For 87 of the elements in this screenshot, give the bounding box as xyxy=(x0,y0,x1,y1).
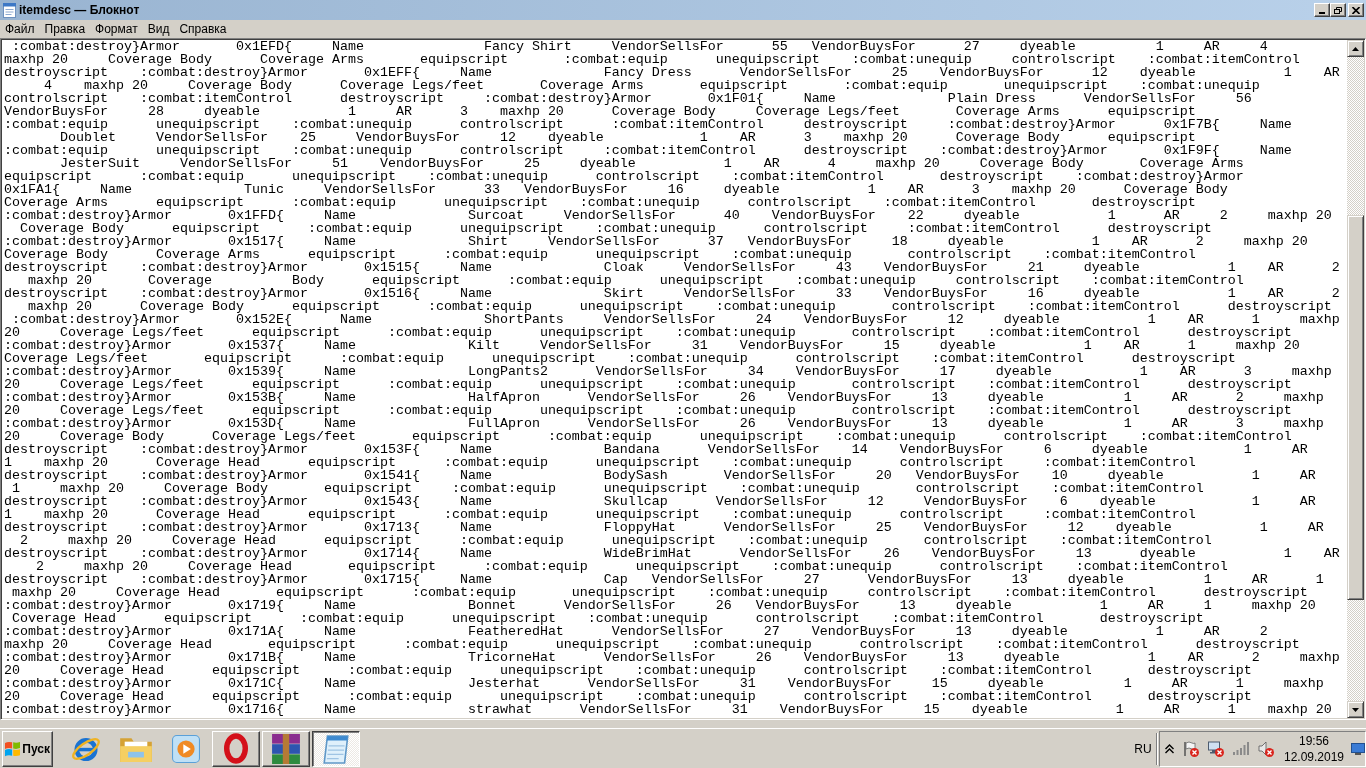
text-line: :combat:equip unequipscript :combat:unequip controlscript :combat:itemControl destroyscript :combat:destroy}Armor 0x1F9F{ Name xyxy=(4,144,1293,157)
text-line: destroyscript :combat:destroy}Armor 0x153F{ Name Bandana VendorSellsFor 14 VendorBuysFor 6 dyeable 1 AR xyxy=(4,443,1309,456)
clock-time[interactable]: 19:56 xyxy=(1299,732,1329,749)
clock-date[interactable]: 12.09.2019 xyxy=(1283,748,1345,765)
scrollbar-thumb[interactable] xyxy=(1347,215,1364,600)
text-line: destroyscript :combat:destroy}Armor 0x1516{ Name Skirt VendorSellsFor 33 VendorBuysFor 16 dyeable 1 AR 2 xyxy=(4,287,1341,300)
text-line: destroyscript :combat:destroy}Armor 0x1715{ Name Cap VendorSellsFor 27 VendorBuysFor 13 dyeable 1 AR 1 xyxy=(4,573,1325,586)
arrow-up-icon xyxy=(1352,46,1359,51)
text-area[interactable] xyxy=(0,38,1366,720)
vertical-scrollbar[interactable] xyxy=(1347,40,1364,718)
text-line: destroyscript :combat:destroy}Armor 0x1713{ Name FloppyHat VendorSellsFor 25 VendorBuysFor 12 dyeable 1 AR xyxy=(4,521,1325,534)
text-line: :combat:equip unequipscript :combat:unequip controlscript :combat:itemControl destroyscript :combat:destroy}Armor 0x1F7B{ Name xyxy=(4,118,1293,131)
text-line: Doublet VendorSellsFor 25 VendorBuysFor 12 dyeable 1 AR 3 maxhp 20 Coverage Body equipscript xyxy=(60,131,1196,144)
text-line: :combat:destroy}Armor 0x153D{ Name FullApron VendorSellsFor 26 VendorBuysFor 13 dyeable 1 AR 3 maxhp xyxy=(4,417,1325,430)
text-line: VendorBuysFor 28 dyeable 1 AR 3 maxhp 20 Coverage Body Coverage Legs/feet Coverage Arms equipscript xyxy=(4,105,1196,118)
text-line: Coverage Head equipscript :combat:equip unequipscript :combat:unequip controlscript :combat:itemControl destroyscript xyxy=(12,612,1205,625)
text-line: 20 Coverage Legs/feet equipscript :combat:equip unequipscript :combat:unequip controlscript :combat:itemControl destroyscript xyxy=(4,326,1293,339)
text-line: equipscript :combat:equip unequipscript :combat:unequip controlscript :combat:itemControl destroyscript :combat:destroy}Armor xyxy=(4,170,1245,183)
text-line: destroyscript :combat:destroy}Armor 0x1714{ Name WideBrimHat VendorSellsFor 26 VendorBuysFor 13 dyeable 1 AR xyxy=(4,547,1341,560)
flag-cross-icon[interactable] xyxy=(1182,740,1199,757)
text-line: maxhp 20 Coverage Head equipscript :combat:equip unequipscript :combat:unequip controlscript :combat:itemControl destroyscript xyxy=(12,586,1309,599)
menu-item[interactable]: Формат xyxy=(90,22,143,36)
text-line: 2 maxhp 20 Coverage Head equipscript :combat:equip unequipscript :combat:unequip controlscript :combat:itemControl xyxy=(20,534,1213,547)
text-line: destroyscript :combat:destroy}Armor 0x1515{ Name Cloak VendorSellsFor 43 VendorBuysFor 21 dyeable 1 AR 2 xyxy=(4,261,1341,274)
monitor-cross-icon[interactable] xyxy=(1207,740,1224,757)
menu-item[interactable]: Справка xyxy=(174,22,232,36)
scroll-up-button[interactable] xyxy=(1347,40,1364,57)
menu-item[interactable]: Правка xyxy=(39,22,91,36)
text-line: destroyscript :combat:destroy}Armor 0x1543{ Name Skullcap VendorSellsFor 12 VendorBuysFor 6 dyeable 1 AR xyxy=(4,495,1317,508)
scroll-down-button[interactable] xyxy=(1347,701,1364,718)
text-line: :combat:destroy}Armor 0x1537{ Name Kilt VendorSellsFor 31 VendorBuysFor 15 dyeable 1 AR 1 maxhp 20 xyxy=(4,339,1301,352)
text-line: 1 maxhp 20 Coverage Body equipscript :combat:equip unequipscript :combat:unequip controlscript :combat:itemControl xyxy=(12,482,1205,495)
stacked-books-icon xyxy=(272,733,300,764)
folder-icon xyxy=(120,735,152,762)
text-line: maxhp 20 Coverage Body equipscript :combat:equip unequipscript :combat:unequip controlscript :combat:itemControl destroyscript xyxy=(28,300,1332,313)
text-line: :combat:destroy}Armor 0x171C{ Name Jesterhat VendorSellsFor 31 VendorBuysFor 15 dyeable 1 AR 1 maxhp xyxy=(4,677,1325,690)
text-line: :combat:destroy}Armor 0x1EFD{ Name Fancy Shirt VendorSellsFor 55 VendorBuysFor 27 dyeable 1 AR 4 xyxy=(11,40,1269,53)
restore-icon xyxy=(1334,6,1342,14)
text-line: 0x1FA1{ Name Tunic VendorSellsFor 33 VendorBuysFor 16 dyeable 1 AR 3 maxhp 20 Coverage Body xyxy=(4,183,1228,196)
notepad-icon xyxy=(3,2,16,18)
play-tile-icon xyxy=(172,734,200,763)
text-line: Coverage Body Coverage Arms equipscript :combat:equip unequipscript :combat:unequip controlscript :combat:itemControl xyxy=(4,248,1197,261)
text-line: Coverage Body equipscript :combat:equip unequipscript :combat:unequip controlscript :combat:itemControl destroyscript xyxy=(20,222,1213,235)
text-line: :combat:destroy}Armor 0x153B{ Name HalfApron VendorSellsFor 26 VendorBuysFor 13 dyeable 1 AR 2 maxhp xyxy=(4,391,1325,404)
text-line: 20 Coverage Legs/feet equipscript :combat:equip unequipscript :combat:unequip controlscript :combat:itemControl destroyscript xyxy=(4,404,1292,417)
start-button[interactable]: Пуск xyxy=(2,730,53,767)
text-line: 2 maxhp 20 Coverage Head equipscript :combat:equip unequipscript :combat:unequip controlscript :combat:itemControl xyxy=(36,560,1229,573)
text-line: :combat:destroy}Armor 0x1FFD{ Name Surcoat VendorSellsFor 40 VendorBuysFor 22 dyeable 1 AR 2 maxhp 20 xyxy=(4,209,1333,222)
flag-icon xyxy=(5,740,21,757)
text-line: 20 Coverage Head equipscript :combat:equip unequipscript :combat:unequip controlscript :combat:itemControl destroyscript xyxy=(4,664,1253,677)
text-line: :combat:destroy}Armor 0x1716{ Name strawhat VendorSellsFor 31 VendorBuysFor 15 dyeable 1 AR 1 maxhp 20 xyxy=(4,703,1333,716)
text-line: :combat:destroy}Armor 0x1517{ Name Shirt VendorSellsFor 37 VendorBuysFor 18 dyeable 1 AR 2 maxhp 20 xyxy=(4,235,1309,248)
text-line: 20 Coverage Legs/feet equipscript :combat:equip unequipscript :combat:unequip controlscript :combat:itemControl destroyscript xyxy=(4,378,1292,391)
text-line: 1 maxhp 20 Coverage Head equipscript :combat:equip unequipscript :combat:unequip controlscript :combat:itemControl xyxy=(4,508,1197,521)
close-icon xyxy=(1352,6,1360,14)
speaker-muted-icon[interactable] xyxy=(1257,740,1274,757)
text-line: Coverage Arms equipscript :combat:equip unequipscript :combat:unequip controlscript :combat:itemControl destroyscript xyxy=(4,196,1196,209)
arrow-down-icon xyxy=(1352,707,1359,712)
text-line: Coverage Legs/feet equipscript :combat:equip unequipscript :combat:unequip controlscript :combat:itemControl destroyscript xyxy=(4,352,1236,365)
menu-item[interactable]: Вид xyxy=(142,22,175,36)
text-line: :combat:destroy}Armor 0x171A{ Name FeatheredHat VendorSellsFor 27 VendorBuysFor 13 dyeable 1 AR 2 xyxy=(4,625,1269,638)
text-line: :combat:destroy}Armor 0x1539{ Name LongPants2 VendorSellsFor 34 VendorBuysFor 17 dyeable 1 AR 3 maxhp xyxy=(4,365,1333,378)
text-line: maxhp 20 Coverage Body Coverage Arms equipscript :combat:equip unequipscript :combat:unequip controlscript :combat:itemControl xyxy=(4,53,1301,66)
minimize-button[interactable] xyxy=(1314,3,1330,17)
text-line: 4 maxhp 20 Coverage Body Coverage Legs/feet Coverage Arms equipscript :combat:equip unequipscript :combat:unequip xyxy=(44,79,1261,92)
menu-item[interactable]: Файл xyxy=(0,22,40,36)
text-line: 20 Coverage Body Coverage Legs/feet equipscript :combat:equip unequipscript :combat:unequip controlscript :combat:itemControl xyxy=(4,430,1292,443)
text-line: destroyscript :combat:destroy}Armor 0x1541{ Name BodySash VendorSellsFor 20 VendorBuysFor 10 dyeable 1 AR xyxy=(4,469,1317,482)
ring-icon xyxy=(224,733,248,764)
text-line: :combat:destroy}Armor 0x152E{ Name ShortPants VendorSellsFor 24 VendorBuysFor 12 dyeable 1 AR 1 maxhp xyxy=(11,313,1341,326)
monitor-icon xyxy=(1350,742,1365,755)
text-line: :combat:destroy}Armor 0x1719{ Name Bonnet VendorSellsFor 26 VendorBuysFor 13 dyeable 1 AR 1 maxhp 20 xyxy=(4,599,1317,612)
restore-button[interactable] xyxy=(1330,3,1346,17)
text-line: 20 Coverage Head equipscript :combat:equip unequipscript :combat:unequip controlscript :combat:itemControl destroyscript xyxy=(4,690,1253,703)
text-line: :combat:destroy}Armor 0x171B{ Name TricorneHat VendorSellsFor 26 VendorBuysFor 13 dyeable 1 AR 2 maxhp xyxy=(4,651,1341,664)
window-title: itemdesc — Блокнот xyxy=(19,3,140,17)
text-line: maxhp 20 Coverage Body equipscript :combat:equip unequipscript :combat:unequip controlscript :combat:itemControl xyxy=(28,274,1245,287)
text-line: destroyscript :combat:destroy}Armor 0x1EFF{ Name Fancy Dress VendorSellsFor 25 VendorBuysFor 12 dyeable 1 AR xyxy=(4,66,1341,79)
text-line: maxhp 20 Coverage Head equipscript :combat:equip unequipscript :combat:unequip controlscript :combat:itemControl destroyscript xyxy=(4,638,1301,651)
notepad-icon xyxy=(323,733,349,764)
text-line: 1 maxhp 20 Coverage Head equipscript :combat:equip unequipscript :combat:unequip controlscript :combat:itemControl xyxy=(4,456,1197,469)
language-button[interactable]: RU xyxy=(1130,741,1156,756)
taskbar-button[interactable] xyxy=(312,730,360,767)
text-line: JesterSuit VendorSellsFor 51 VendorBuysFor 25 dyeable 1 AR 4 maxhp 20 Coverage Body Coverage Arms xyxy=(60,157,1245,170)
close-button[interactable] xyxy=(1348,3,1364,17)
double-chevron-up-icon[interactable] xyxy=(1164,743,1174,754)
text-line: controlscript :combat:itemControl destroyscript :combat:destroy}Armor 0x1F01{ Name Plain Dress VendorSellsFor 56 xyxy=(4,92,1252,105)
